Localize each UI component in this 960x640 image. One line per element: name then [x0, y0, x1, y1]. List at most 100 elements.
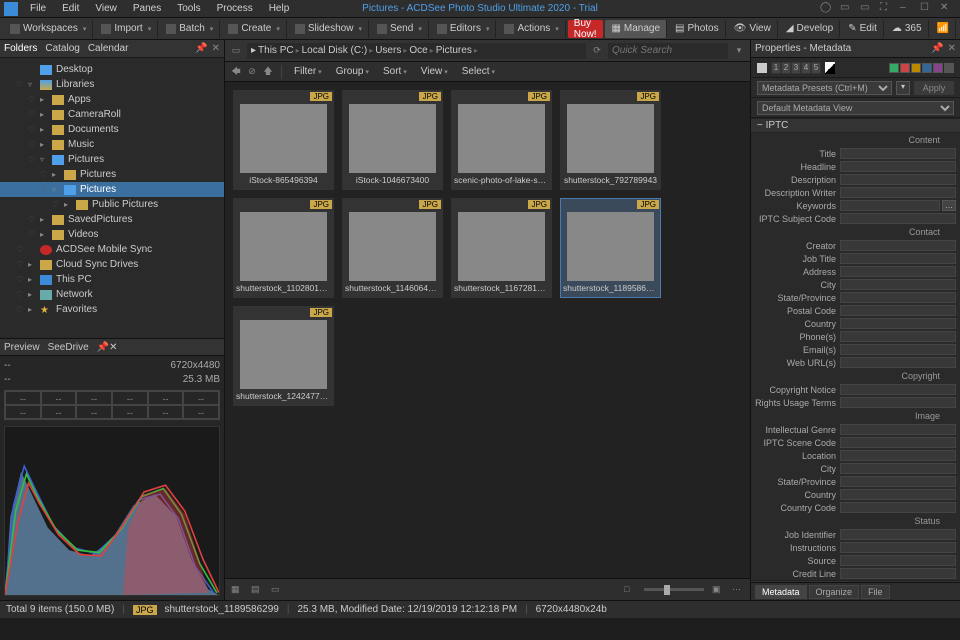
menu-help[interactable]: Help	[261, 3, 298, 14]
field-input[interactable]	[840, 305, 956, 316]
field-input[interactable]	[840, 542, 956, 553]
thumbnail[interactable]: JPGshutterstock_1102801724	[233, 198, 334, 298]
tag-checkbox[interactable]: ✓	[757, 63, 767, 73]
pin-icon[interactable]: 📌	[931, 43, 943, 54]
slideshow-button[interactable]: Slideshow	[289, 20, 369, 38]
expand-icon[interactable]: ▸	[52, 170, 60, 179]
color-swatch[interactable]	[933, 63, 943, 73]
field-input[interactable]	[840, 331, 956, 342]
field-input[interactable]	[840, 266, 956, 277]
field-input[interactable]	[840, 148, 956, 159]
mode-develop[interactable]: ◢ Develop	[780, 20, 840, 38]
field-input[interactable]	[840, 555, 956, 566]
import-button[interactable]: Import	[95, 20, 158, 38]
monitor-icon[interactable]: ▭	[840, 2, 854, 16]
menu-file[interactable]: File	[22, 3, 54, 14]
mode-view[interactable]: 👁 View	[728, 20, 778, 38]
color-swatch[interactable]	[889, 63, 899, 73]
search-input[interactable]	[608, 43, 728, 59]
expand-icon[interactable]: ▸	[40, 215, 48, 224]
field-input[interactable]	[840, 384, 956, 395]
field-input[interactable]	[840, 213, 956, 224]
fullscreen-icon[interactable]: ⛶	[880, 2, 894, 16]
search-dd-icon[interactable]: ▾	[732, 44, 746, 58]
field-input[interactable]	[840, 437, 956, 448]
refresh-icon[interactable]: ⟳	[590, 44, 604, 58]
nav-back-icon[interactable]: ▭	[229, 44, 243, 58]
tab-catalog[interactable]: Catalog	[45, 43, 79, 54]
breadcrumb[interactable]: ▸ This PC▸ Local Disk (C:)▸ Users▸ Oce▸ …	[247, 43, 586, 59]
tree-node[interactable]: ♡▸★Favorites	[0, 302, 224, 317]
select-dd[interactable]: Select	[456, 66, 501, 77]
field-input[interactable]	[840, 292, 956, 303]
tree-node[interactable]: ♡ACDSee Mobile Sync	[0, 242, 224, 257]
color-swatch[interactable]	[911, 63, 921, 73]
pin-icon[interactable]: 📌	[195, 43, 207, 54]
rating-2[interactable]: 2	[781, 62, 791, 74]
tab-seedrive[interactable]: SeeDrive	[48, 342, 89, 353]
thumbnail[interactable]: JPGiStock-1046673400	[342, 90, 443, 190]
field-input[interactable]	[840, 357, 956, 368]
tree-node[interactable]: ♡▸Public Pictures	[0, 197, 224, 212]
buy-now-button[interactable]: Buy Now!	[568, 20, 604, 38]
tree-node[interactable]: ♡▿Pictures	[0, 152, 224, 167]
tree-node[interactable]: ♡▸This PC	[0, 272, 224, 287]
view-dd[interactable]: View	[415, 66, 454, 77]
tab-folders[interactable]: Folders	[4, 43, 37, 54]
tree-node[interactable]: ♡▿Libraries	[0, 77, 224, 92]
field-input[interactable]	[840, 344, 956, 355]
batch-button[interactable]: Batch	[160, 20, 220, 38]
field-input[interactable]	[840, 240, 956, 251]
view-thumbs-icon[interactable]: ▦	[231, 584, 243, 596]
color-labels[interactable]	[889, 63, 954, 73]
thumbnail[interactable]: JPGshutterstock_1242477334	[233, 306, 334, 406]
metadata-body[interactable]: − IPTC ContentTitleHeadlineDescriptionDe…	[751, 118, 960, 582]
field-input[interactable]	[840, 187, 956, 198]
rating-numbers[interactable]: 12345	[771, 62, 821, 74]
menu-process[interactable]: Process	[209, 3, 261, 14]
apply-button[interactable]: Apply	[914, 81, 954, 95]
rating-clear[interactable]	[825, 62, 835, 74]
group-dd[interactable]: Group	[330, 66, 375, 77]
mode-photos[interactable]: ▤ Photos	[669, 20, 726, 38]
actions-button[interactable]: Actions	[498, 20, 565, 38]
expand-icon[interactable]: ▸	[64, 200, 72, 209]
expand-icon[interactable]: ▸	[40, 230, 48, 239]
tree-node[interactable]: ♡▸Documents	[0, 122, 224, 137]
color-swatch[interactable]	[944, 63, 954, 73]
tab-metadata[interactable]: Metadata	[755, 585, 807, 599]
tree-node[interactable]: ♡▸Apps	[0, 92, 224, 107]
thumb-size-slider[interactable]	[644, 588, 704, 591]
field-input[interactable]	[840, 463, 956, 474]
thumbnail[interactable]: JPGscenic-photo-of-lake-surroun…	[451, 90, 552, 190]
minimize-icon[interactable]: –	[900, 2, 914, 16]
nav-back-icon[interactable]: 🡄	[229, 65, 243, 79]
mode-manage[interactable]: ▦ Manage	[605, 20, 667, 38]
field-input[interactable]	[840, 489, 956, 500]
workspaces-button[interactable]: Workspaces	[4, 20, 93, 38]
close-panel-icon[interactable]: ✕	[109, 342, 117, 353]
metadata-view-select[interactable]: Default Metadata View	[757, 101, 954, 115]
signal-icon[interactable]: 📶	[931, 20, 956, 38]
thumbnail[interactable]: JPGshutterstock_792789943	[560, 90, 661, 190]
rating-1[interactable]: 1	[771, 62, 781, 74]
metadata-preset-select[interactable]: Metadata Presets (Ctrl+M)	[757, 81, 892, 95]
zoom-in-icon[interactable]: ▣	[712, 584, 724, 596]
field-input[interactable]	[840, 318, 956, 329]
field-input[interactable]	[840, 279, 956, 290]
mode-edit[interactable]: ✎ Edit	[842, 20, 884, 38]
field-input[interactable]	[840, 568, 956, 579]
tree-node[interactable]: Desktop	[0, 62, 224, 77]
maximize-icon[interactable]: ☐	[920, 2, 934, 16]
send-button[interactable]: Send	[371, 20, 429, 38]
menu-panes[interactable]: Panes	[125, 3, 169, 14]
view-details-icon[interactable]: ▤	[251, 584, 263, 596]
field-input[interactable]	[840, 450, 956, 461]
field-input[interactable]	[840, 174, 956, 185]
thumbnail[interactable]: JPGshutterstock_1167281287	[451, 198, 552, 298]
expand-icon[interactable]: ▸	[40, 140, 48, 149]
tree-node[interactable]: ♡▸CameraRoll	[0, 107, 224, 122]
rating-3[interactable]: 3	[791, 62, 801, 74]
close-panel-icon[interactable]: ✕	[948, 43, 956, 54]
editors-button[interactable]: Editors	[431, 20, 497, 38]
